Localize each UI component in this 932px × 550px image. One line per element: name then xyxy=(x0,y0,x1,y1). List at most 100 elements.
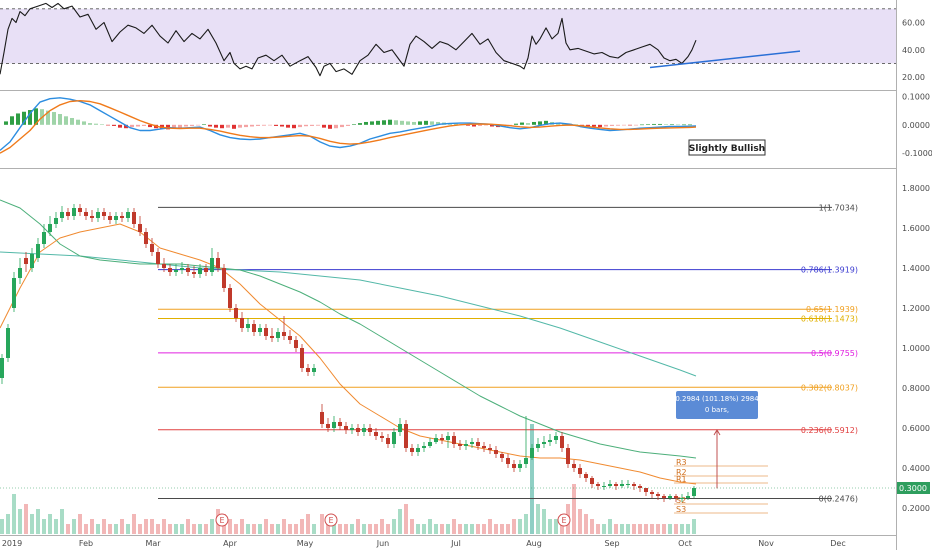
candle-body xyxy=(488,448,492,450)
candle-body xyxy=(320,412,324,424)
volume-bar xyxy=(18,509,22,534)
volume-bar xyxy=(186,519,190,534)
volume-bar xyxy=(368,524,372,534)
volume-bar xyxy=(306,514,310,534)
time-tick-label: Jun xyxy=(376,539,390,548)
candle-body xyxy=(584,474,588,478)
macd-histogram-bar xyxy=(214,124,218,128)
volume-bar xyxy=(446,524,450,534)
candle-body xyxy=(312,368,316,372)
candle-body xyxy=(78,208,82,212)
volume-bar xyxy=(548,519,552,534)
macd-histogram-bar xyxy=(280,124,284,127)
candle-body xyxy=(204,268,208,272)
time-tick-label: May xyxy=(297,539,314,548)
candle-body xyxy=(120,216,124,218)
earnings-marker-label: E xyxy=(219,516,224,525)
macd-histogram-bar xyxy=(70,117,74,125)
volume-bar xyxy=(240,519,244,534)
candle-body xyxy=(252,324,256,332)
macd-histogram-bar xyxy=(130,124,134,128)
time-tick-label: Sep xyxy=(604,539,619,548)
volume-bar xyxy=(656,524,660,534)
macd-histogram-bar xyxy=(118,124,122,128)
candle-body xyxy=(150,244,154,252)
volume-bar xyxy=(288,524,292,534)
candle-body xyxy=(632,484,636,486)
volume-bar xyxy=(632,524,636,534)
measure-line2: 0 bars, xyxy=(705,406,729,414)
candle-body xyxy=(168,268,172,272)
volume-bar xyxy=(464,524,468,534)
volume-bar xyxy=(494,524,498,534)
volume-bar xyxy=(470,524,474,534)
candle-body xyxy=(416,448,420,452)
volume-bar xyxy=(596,524,600,534)
price-tick-label: 1.8000 xyxy=(902,184,930,193)
volume-bar xyxy=(90,519,94,534)
macd-histogram-bar xyxy=(394,120,398,125)
volume-bar xyxy=(294,524,298,534)
price-tick-label: 1.2000 xyxy=(902,304,930,313)
macd-histogram-bar xyxy=(430,121,434,125)
trading-chart[interactable]: 1(1.7034) 0.786(1.3919) 0.65(1.1939)0.618(… xyxy=(0,0,932,550)
candle-body xyxy=(554,436,558,440)
macd-histogram-bar xyxy=(388,119,392,125)
measure-tooltip: 0.2984 (101.18%) 2984 0 bars, xyxy=(675,391,759,419)
candle-body xyxy=(270,336,274,338)
candle-body xyxy=(192,272,196,274)
volume-bar xyxy=(338,524,342,534)
time-tick-label: Feb xyxy=(79,539,93,548)
fib-level-label: 0.5(0.9755) xyxy=(811,349,858,358)
volume-bar xyxy=(66,524,70,534)
volume-bar xyxy=(356,519,360,534)
volume-bar xyxy=(126,524,130,534)
candle-body xyxy=(246,324,250,328)
candle-body xyxy=(680,498,684,499)
rsi-tick-label: 20.00 xyxy=(902,73,925,82)
volume-bar xyxy=(434,524,438,534)
candle-body xyxy=(216,258,220,268)
macd-histogram-bar xyxy=(658,123,662,125)
candle-body xyxy=(198,268,202,274)
candle-body xyxy=(470,442,474,444)
volume-bar xyxy=(458,524,462,534)
candle-body xyxy=(108,216,112,220)
fib-level-label: 0.382(0.8037) xyxy=(801,383,858,392)
price-tick-label: 0.2000 xyxy=(902,504,930,513)
time-tick-label: 2019 xyxy=(2,539,22,548)
volume-bar xyxy=(500,524,504,534)
volume-bar xyxy=(608,519,612,534)
macd-histogram-bar xyxy=(538,121,542,125)
candle-body xyxy=(6,328,10,358)
candle-body xyxy=(428,442,432,446)
macd-histogram-bar xyxy=(628,124,632,126)
candle-body xyxy=(180,268,184,270)
candle-body xyxy=(644,488,648,492)
volume-bar xyxy=(264,519,268,534)
candle-body xyxy=(96,212,100,218)
macd-histogram-bar xyxy=(484,124,488,126)
candle-body xyxy=(410,448,414,452)
volume-bar xyxy=(252,524,256,534)
volume-bar xyxy=(258,524,262,534)
macd-histogram-bar xyxy=(322,124,326,128)
volume-bar xyxy=(428,519,432,534)
volume-bar xyxy=(662,524,666,534)
candle-body xyxy=(662,496,666,498)
volume-bar xyxy=(590,519,594,534)
volume-bar xyxy=(0,519,4,534)
volume-bar xyxy=(120,519,124,534)
volume-bar xyxy=(410,519,414,534)
volume-bar xyxy=(78,514,82,534)
candle-body xyxy=(674,496,678,498)
volume-bar xyxy=(228,519,232,534)
volume-bar xyxy=(374,524,378,534)
candle-body xyxy=(578,468,582,474)
volume-bar xyxy=(686,524,690,534)
candle-body xyxy=(512,464,516,468)
candle-body xyxy=(228,288,232,308)
candle-body xyxy=(306,368,310,372)
volume-bar xyxy=(54,519,58,534)
candle-body xyxy=(524,458,528,464)
